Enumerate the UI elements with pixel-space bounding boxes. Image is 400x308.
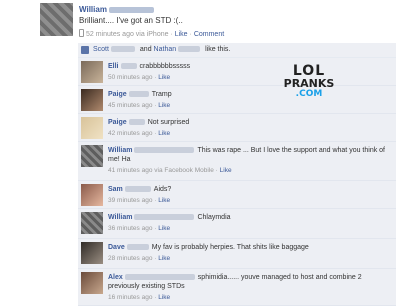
commenter-name[interactable]: William (108, 214, 132, 221)
censored-surname (124, 274, 195, 281)
post-author-name[interactable]: William (79, 5, 107, 14)
phone-icon (79, 29, 84, 37)
comment-timestamp: 28 minutes ago (108, 255, 153, 262)
censored-surname (134, 214, 195, 221)
comment-timestamp: 16 minutes ago (108, 294, 153, 301)
comment-like-link[interactable]: Like (158, 102, 170, 109)
comment: Sam Aids? 39 minutes ago · Like (78, 181, 396, 209)
author-avatar[interactable] (40, 3, 73, 36)
censored-surname (128, 91, 149, 98)
likes-and: and (139, 46, 152, 53)
logo-line-1: LOL (292, 63, 326, 79)
commenter-avatar[interactable] (81, 145, 103, 167)
comment-text: crabbbbbbsssss (139, 63, 191, 70)
post-text: Brilliant.... I've got an STD :(.. (79, 16, 183, 25)
post-author[interactable]: William (79, 5, 154, 14)
comment: Alex sphimidia...... youve managed to hos… (78, 269, 396, 306)
lolpranks-logo: LOL PRANKS .COM (283, 64, 335, 106)
censored-surname (134, 147, 195, 154)
likes-suffix: like this. (205, 46, 231, 53)
comment: Elli crabbbbbbsssss 50 minutes ago · Like (78, 58, 396, 86)
comment-timestamp: 39 minutes ago (108, 197, 153, 204)
likes-text: Scott and Nathan like this. (93, 46, 230, 53)
commenter-avatar[interactable] (81, 61, 103, 83)
commenter-name[interactable]: Elli (108, 63, 119, 70)
censored-surname (178, 46, 201, 53)
post-timestamp: 52 minutes ago via iPhone (86, 31, 169, 38)
comment: William This was rape ... But I love the … (78, 142, 396, 181)
commenter-name[interactable]: Sam (108, 186, 123, 193)
commenter-avatar[interactable] (81, 117, 103, 139)
thumbs-up-icon (81, 46, 89, 54)
commenter-name[interactable]: Alex (108, 274, 123, 281)
liker-2[interactable]: Nathan (154, 46, 177, 53)
commenter-avatar[interactable] (81, 184, 103, 206)
comment: William Chlaymdia 36 minutes ago · Like (78, 209, 396, 239)
commenter-name[interactable]: William (108, 147, 132, 154)
comment-like-link[interactable]: Like (158, 130, 170, 137)
censored-surname (108, 6, 154, 13)
censored-surname (124, 186, 151, 193)
comment: Dave My fav is probably herpies. That shi… (78, 239, 396, 269)
commenter-avatar[interactable] (81, 242, 103, 264)
censored-surname (120, 63, 137, 70)
comment-timestamp: 42 minutes ago (108, 130, 153, 137)
commenter-name[interactable]: Dave (108, 244, 125, 251)
comment-link[interactable]: Comment (194, 31, 224, 38)
comment: Paige Not surprised 42 minutes ago · Like (78, 114, 396, 142)
censored-surname (110, 46, 135, 53)
post-meta: 52 minutes ago via iPhone · Like · Comme… (79, 29, 224, 38)
comment: Paige Tramp 45 minutes ago · Like (78, 86, 396, 114)
comment-text: Tramp (151, 91, 172, 98)
comment-timestamp: 50 minutes ago (108, 74, 153, 81)
comment-like-link[interactable]: Like (158, 225, 170, 232)
comment-timestamp: 41 minutes ago via Facebook Mobile (108, 167, 214, 174)
comment-like-link[interactable]: Like (158, 197, 170, 204)
logo-line-2: PRANKS (283, 77, 335, 90)
commenter-avatar[interactable] (81, 272, 103, 294)
comment-like-link[interactable]: Like (158, 255, 170, 262)
like-link[interactable]: Like (175, 31, 188, 38)
status-post: William Brilliant.... I've got an STD :(… (0, 0, 400, 40)
likes-bar: Scott and Nathan like this. (78, 43, 396, 58)
comment-text: Not surprised (147, 119, 190, 126)
censored-surname (126, 244, 149, 251)
logo-line-3: .COM (295, 89, 323, 99)
commenter-name[interactable]: Paige (108, 91, 127, 98)
comment-timestamp: 36 minutes ago (108, 225, 153, 232)
comment-text: Chlaymdia (197, 214, 231, 221)
comment-timestamp: 45 minutes ago (108, 102, 153, 109)
comment-like-link[interactable]: Like (158, 294, 170, 301)
comment-text: Aids? (153, 186, 172, 193)
commenter-avatar[interactable] (81, 89, 103, 111)
censored-surname (128, 119, 145, 126)
comment-text: My fav is probably herpies. That shits l… (151, 244, 309, 251)
comment-like-link[interactable]: Like (158, 74, 170, 81)
liker-1[interactable]: Scott (93, 46, 109, 53)
comment-like-link[interactable]: Like (220, 167, 232, 174)
commenter-avatar[interactable] (81, 212, 103, 234)
commenter-name[interactable]: Paige (108, 119, 127, 126)
